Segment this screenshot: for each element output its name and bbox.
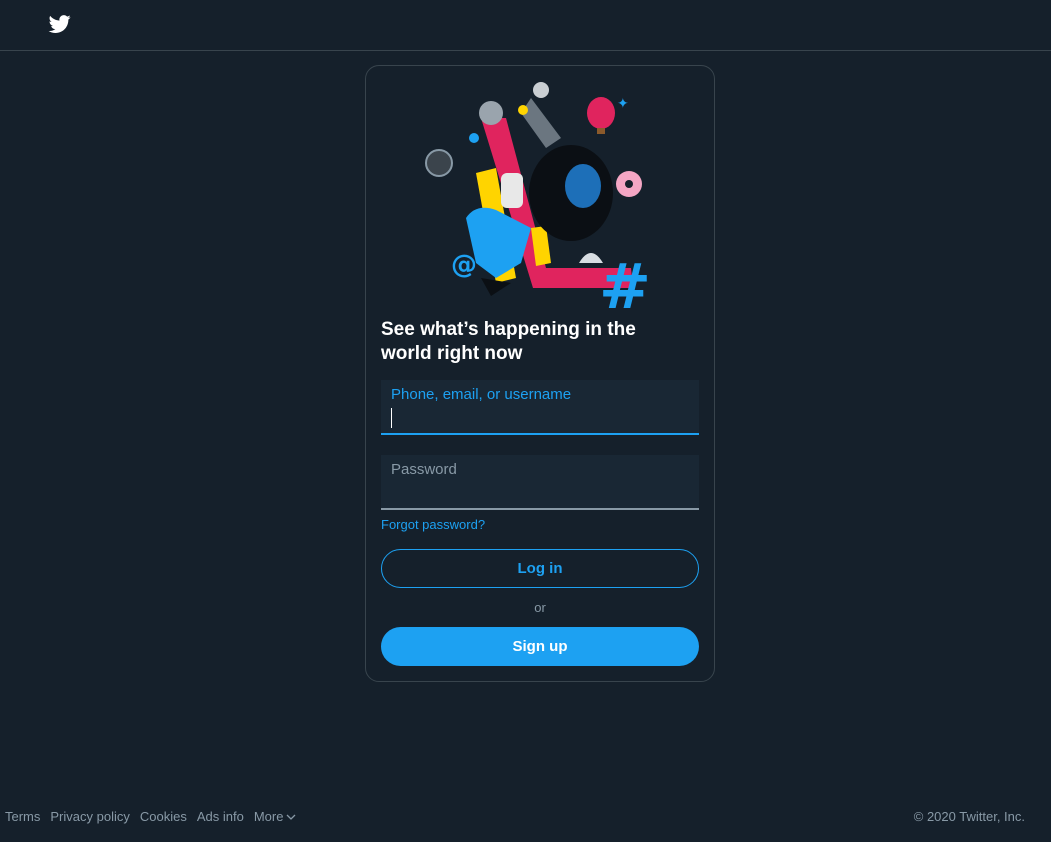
footer-link-cookies[interactable]: Cookies (140, 809, 187, 824)
username-field-label: Phone, email, or username (391, 386, 572, 403)
password-field-label: Password (391, 461, 457, 478)
footer-more-menu[interactable]: More (254, 809, 297, 824)
footer-link-privacy[interactable]: Privacy policy (50, 809, 129, 824)
footer-links: Terms Privacy policy Cookies Ads info Mo… (5, 809, 296, 824)
twitter-bird-icon[interactable] (47, 13, 73, 35)
or-divider-text: or (534, 600, 546, 615)
signup-button[interactable]: Sign up (381, 627, 699, 666)
footer-link-terms[interactable]: Terms (5, 809, 40, 824)
username-input[interactable] (389, 405, 693, 429)
svg-text:✦: ✦ (617, 96, 629, 112)
username-field[interactable]: Phone, email, or username (381, 380, 699, 435)
password-input[interactable] (389, 480, 693, 504)
top-bar (0, 0, 1051, 51)
svg-text:#: # (599, 250, 651, 308)
forgot-password-link[interactable]: Forgot password? (381, 517, 485, 532)
collage-illustration: @ # ✦ (425, 82, 651, 308)
login-card: @ # ✦ See what’s happening in the world … (365, 65, 715, 682)
chevron-down-icon (286, 814, 296, 820)
footer-more-label: More (253, 809, 284, 824)
svg-text:@: @ (451, 250, 477, 280)
password-field[interactable]: Password (381, 455, 699, 510)
page-headline: See what’s happening in the world right … (381, 319, 636, 364)
login-button[interactable]: Log in (381, 549, 699, 588)
footer-link-ads-info[interactable]: Ads info (197, 809, 244, 824)
copyright-text: © 2020 Twitter, Inc. (913, 809, 1025, 824)
